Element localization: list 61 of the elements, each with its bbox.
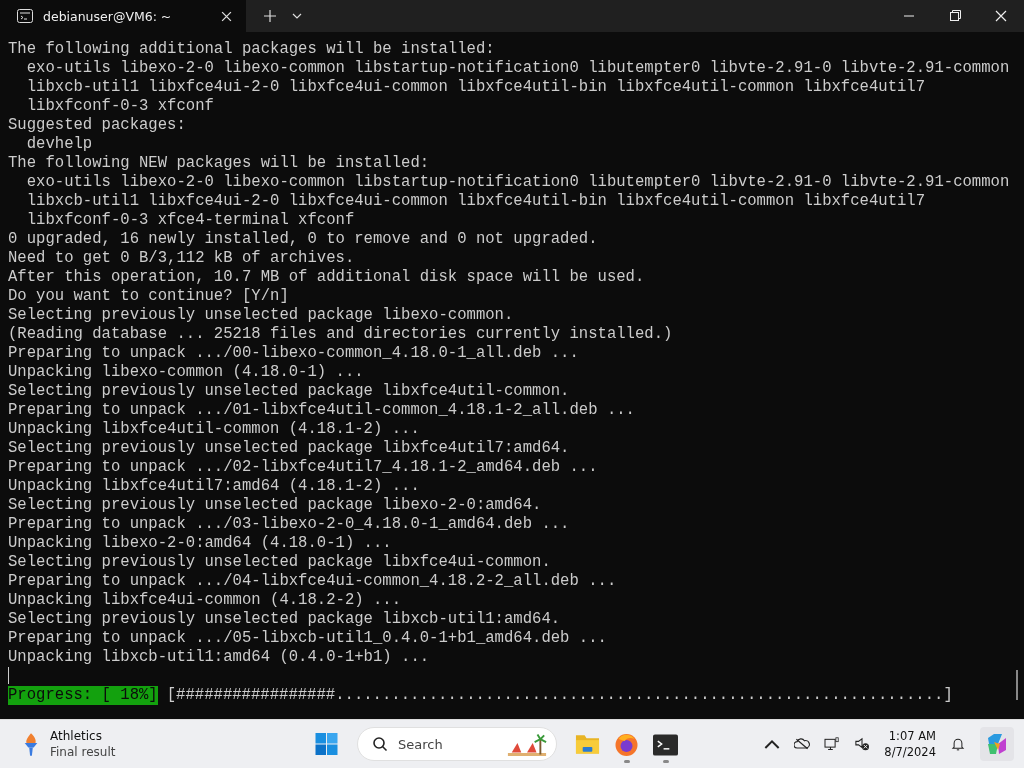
search-field[interactable]: Search <box>357 727 557 761</box>
terminal-line: libxfconf-0-3 xfconf <box>25 97 215 116</box>
new-tab-icon[interactable] <box>264 10 276 22</box>
progress-label: Progress: [ 18%] <box>8 686 158 705</box>
chevron-up-icon[interactable] <box>764 737 781 751</box>
start-icon[interactable] <box>314 732 339 756</box>
terminal-line: Unpacking libxfce4util7:amd64 (4.18.1-2) ... <box>8 477 421 496</box>
widget-title[interactable]: Athletics <box>50 728 116 744</box>
terminal-line: Selecting previously unselected package libxfce4util7:amd64. <box>8 439 571 458</box>
terminal-icon <box>17 9 33 23</box>
tab-title: debianuser@VM6: ~ <box>43 8 173 24</box>
terminal-line: Preparing to unpack .../04-libxfce4ui-common_4.18.2-2_all.deb ... <box>8 572 618 591</box>
folder-icon[interactable] <box>575 732 600 756</box>
terminal-line: Preparing to unpack .../00-libexo-common_4.18.0-1_all.deb ... <box>8 344 580 363</box>
terminal-line: 0 upgraded, 16 newly installed, 0 to remove and 0 not upgraded. <box>8 230 599 249</box>
scrollbar-thumb[interactable] <box>1016 670 1018 700</box>
terminal-line: Selecting previously unselected package libxcb-util1:amd64. <box>8 610 562 629</box>
torch-icon[interactable] <box>22 731 40 757</box>
close-tab-icon[interactable] <box>221 10 232 22</box>
dropdown-icon[interactable] <box>292 13 302 19</box>
terminal-line: Preparing to unpack .../02-libxfce4util7_4.18.1-2_amd64.deb ... <box>8 458 599 477</box>
terminal-line: Unpacking libexo-2-0:amd64 (4.18.0-1) ... <box>8 534 393 553</box>
clock-time[interactable]: 1:07 AM <box>888 728 936 744</box>
terminal-line: (Reading database ... 25218 files and directories currently installed.) <box>8 325 674 344</box>
terminal-line: libxfconf-0-3 xfce4-terminal xfconf <box>25 211 356 230</box>
widget-subtitle: Final result <box>50 744 116 760</box>
terminal-line: Unpacking libxfce4ui-common (4.18.2-2) ... <box>8 591 403 610</box>
terminal-line: Unpacking libxcb-util1:amd64 (0.4.0-1+b1) ... <box>8 648 431 667</box>
terminal-line: Selecting previously unselected package libxfce4ui-common. <box>8 553 552 572</box>
terminal-line: The following NEW packages will be installed: <box>8 154 431 173</box>
terminal-line: Unpacking libexo-common (4.18.0-1) ... <box>8 363 365 382</box>
terminal-line: Unpacking libxfce4util-common (4.18.1-2) ... <box>8 420 421 439</box>
search-icon <box>372 736 388 752</box>
progress-bar-text: [#################.................................................................] <box>166 686 953 705</box>
terminal-line: libxcb-util1 libxfce4ui-2-0 libxfce4ui-common libxfce4util-bin libxfce4util-common libxfce4util7 <box>25 78 927 97</box>
text-cursor <box>8 667 9 685</box>
terminal-line: The following additional packages will be installed: <box>8 40 496 59</box>
terminal-line: libxcb-util1 libxfce4ui-2-0 libxfce4ui-common libxfce4util-bin libxfce4util-common libxfce4util7 <box>25 192 927 211</box>
terminal-line: exo-utils libexo-2-0 libexo-common libstartup-notification0 libutempter0 libvte-2.91-0 libvte-2.91-common <box>25 173 1011 192</box>
terminal-line: Preparing to unpack .../05-libxcb-util1_0.4.0-1+b1_amd64.deb ... <box>8 629 608 648</box>
bell-icon[interactable] <box>950 737 966 751</box>
terminal-line: After this operation, 10.7 MB of additional disk space will be used. <box>8 268 646 287</box>
terminal-line: Selecting previously unselected package libexo-common. <box>8 306 515 325</box>
terminal-line: devhelp <box>25 135 94 154</box>
terminal-line: Need to get 0 B/3,112 kB of archives. <box>8 249 356 268</box>
speaker-muted-icon[interactable] <box>854 737 871 751</box>
clock-date[interactable]: 8/7/2024 <box>884 744 936 760</box>
terminal-line: Preparing to unpack .../03-libexo-2-0_4.18.0-1_amd64.deb ... <box>8 515 571 534</box>
cloud-off-icon[interactable] <box>794 737 811 751</box>
terminal-line: Selecting previously unselected package libexo-2-0:amd64. <box>8 496 543 515</box>
terminal-app-icon[interactable] <box>653 732 678 757</box>
browser-icon[interactable] <box>614 732 639 757</box>
terminal-line: Do you want to continue? [Y/n] <box>8 287 290 306</box>
running-indicator <box>623 759 630 763</box>
running-indicator <box>662 759 669 763</box>
terminal-line: Suggested packages: <box>8 116 187 135</box>
terminal-tab[interactable]: debianuser@VM6: ~ <box>0 0 246 32</box>
terminal-line: Preparing to unpack .../01-libxfce4util-common_4.18.1-2_all.deb ... <box>8 401 636 420</box>
network-icon[interactable] <box>824 737 841 751</box>
terminal-line: exo-utils libexo-2-0 libexo-common libstartup-notification0 libutempter0 libvte-2.91-0 libvte-2.91-common <box>25 59 1011 78</box>
terminal-line: Selecting previously unselected package libxfce4util-common. <box>8 382 571 401</box>
